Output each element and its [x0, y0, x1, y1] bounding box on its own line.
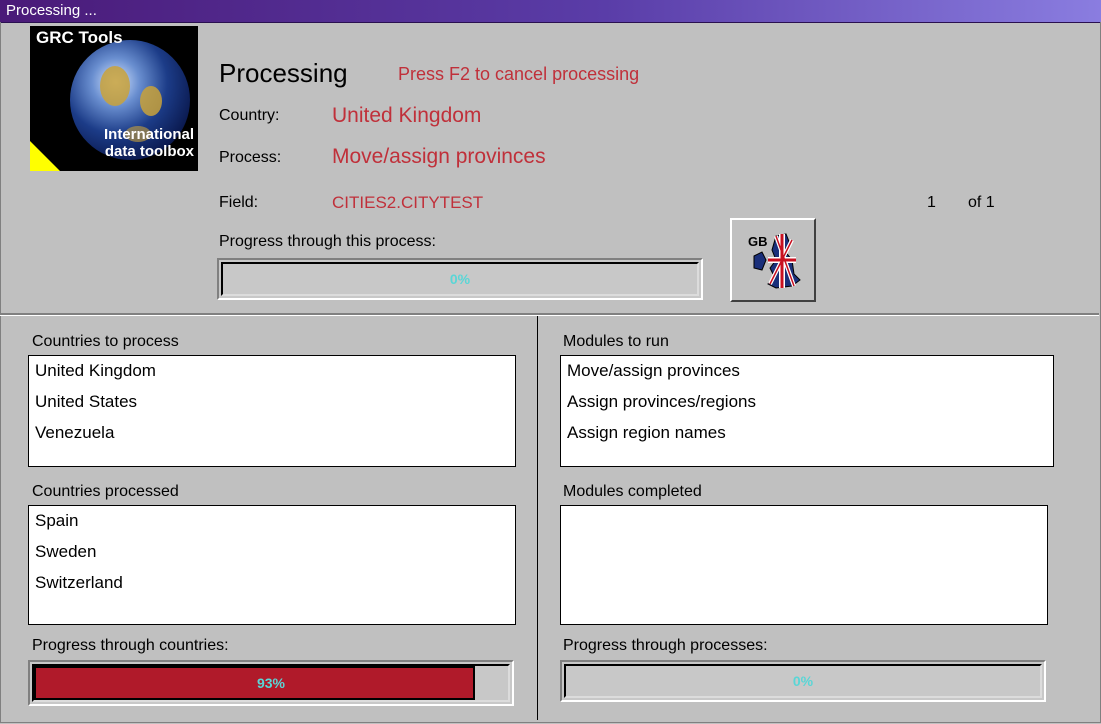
country-flag-button[interactable]: GB [730, 218, 816, 302]
modules-completed-label: Modules completed [563, 483, 702, 500]
processes-progress-percent: 0% [792, 673, 814, 689]
countries-progress-bar: 93% [28, 660, 514, 706]
field-counter-total: of 1 [968, 194, 995, 211]
field-value: CITIES2.CITYTEST [332, 193, 484, 212]
logo-title: GRC Tools [36, 28, 123, 47]
process-progress-label: Progress through this process: [219, 233, 436, 250]
process-progress-bar: 0% [217, 258, 703, 300]
process-value: Move/assign provinces [332, 145, 546, 168]
country-value: United Kingdom [332, 104, 482, 127]
countries-processed-label: Countries processed [32, 483, 179, 500]
column-divider [537, 316, 538, 720]
modules-to-run-label: Modules to run [563, 333, 669, 350]
grc-tools-logo: GRC Tools International data toolbox [30, 26, 198, 171]
window-title: Processing ... [6, 2, 97, 19]
process-progress-percent: 0% [449, 271, 471, 287]
countries-processed-list[interactable]: Spain Sweden Switzerland [28, 505, 516, 625]
logo-subtitle: International data toolbox [103, 126, 194, 160]
list-item[interactable]: Assign provinces/regions [561, 387, 1053, 418]
list-item[interactable]: United Kingdom [29, 356, 515, 387]
uk-map-flag-icon: GB [748, 233, 801, 289]
countries-to-process-list[interactable]: United Kingdom United States Venezuela [28, 355, 516, 467]
countries-to-process-label: Countries to process [32, 333, 179, 350]
field-counter-current: 1 [927, 194, 936, 211]
list-item[interactable]: Switzerland [29, 568, 515, 599]
list-item[interactable]: Venezuela [29, 418, 515, 449]
svg-text:GB: GB [748, 234, 768, 249]
list-item[interactable]: Move/assign provinces [561, 356, 1053, 387]
list-item[interactable]: Assign region names [561, 418, 1053, 449]
page-title: Processing [219, 58, 348, 88]
process-label: Process: [219, 149, 282, 166]
list-item[interactable]: Sweden [29, 537, 515, 568]
processes-progress-label: Progress through processes: [563, 637, 768, 654]
field-label: Field: [219, 194, 259, 211]
title-bar: Processing ... [0, 0, 1101, 23]
list-item[interactable]: United States [29, 387, 515, 418]
logo-corner-accent [30, 141, 60, 171]
modules-to-run-list[interactable]: Move/assign provinces Assign provinces/r… [560, 355, 1054, 467]
section-divider [0, 313, 1099, 316]
countries-progress-label: Progress through countries: [32, 637, 229, 654]
processes-progress-bar: 0% [560, 660, 1046, 702]
modules-completed-list[interactable] [560, 505, 1048, 625]
cancel-hint: Press F2 to cancel processing [398, 64, 640, 84]
list-item[interactable]: Spain [29, 506, 515, 537]
country-label: Country: [219, 107, 280, 124]
countries-progress-percent: 93% [256, 675, 286, 691]
